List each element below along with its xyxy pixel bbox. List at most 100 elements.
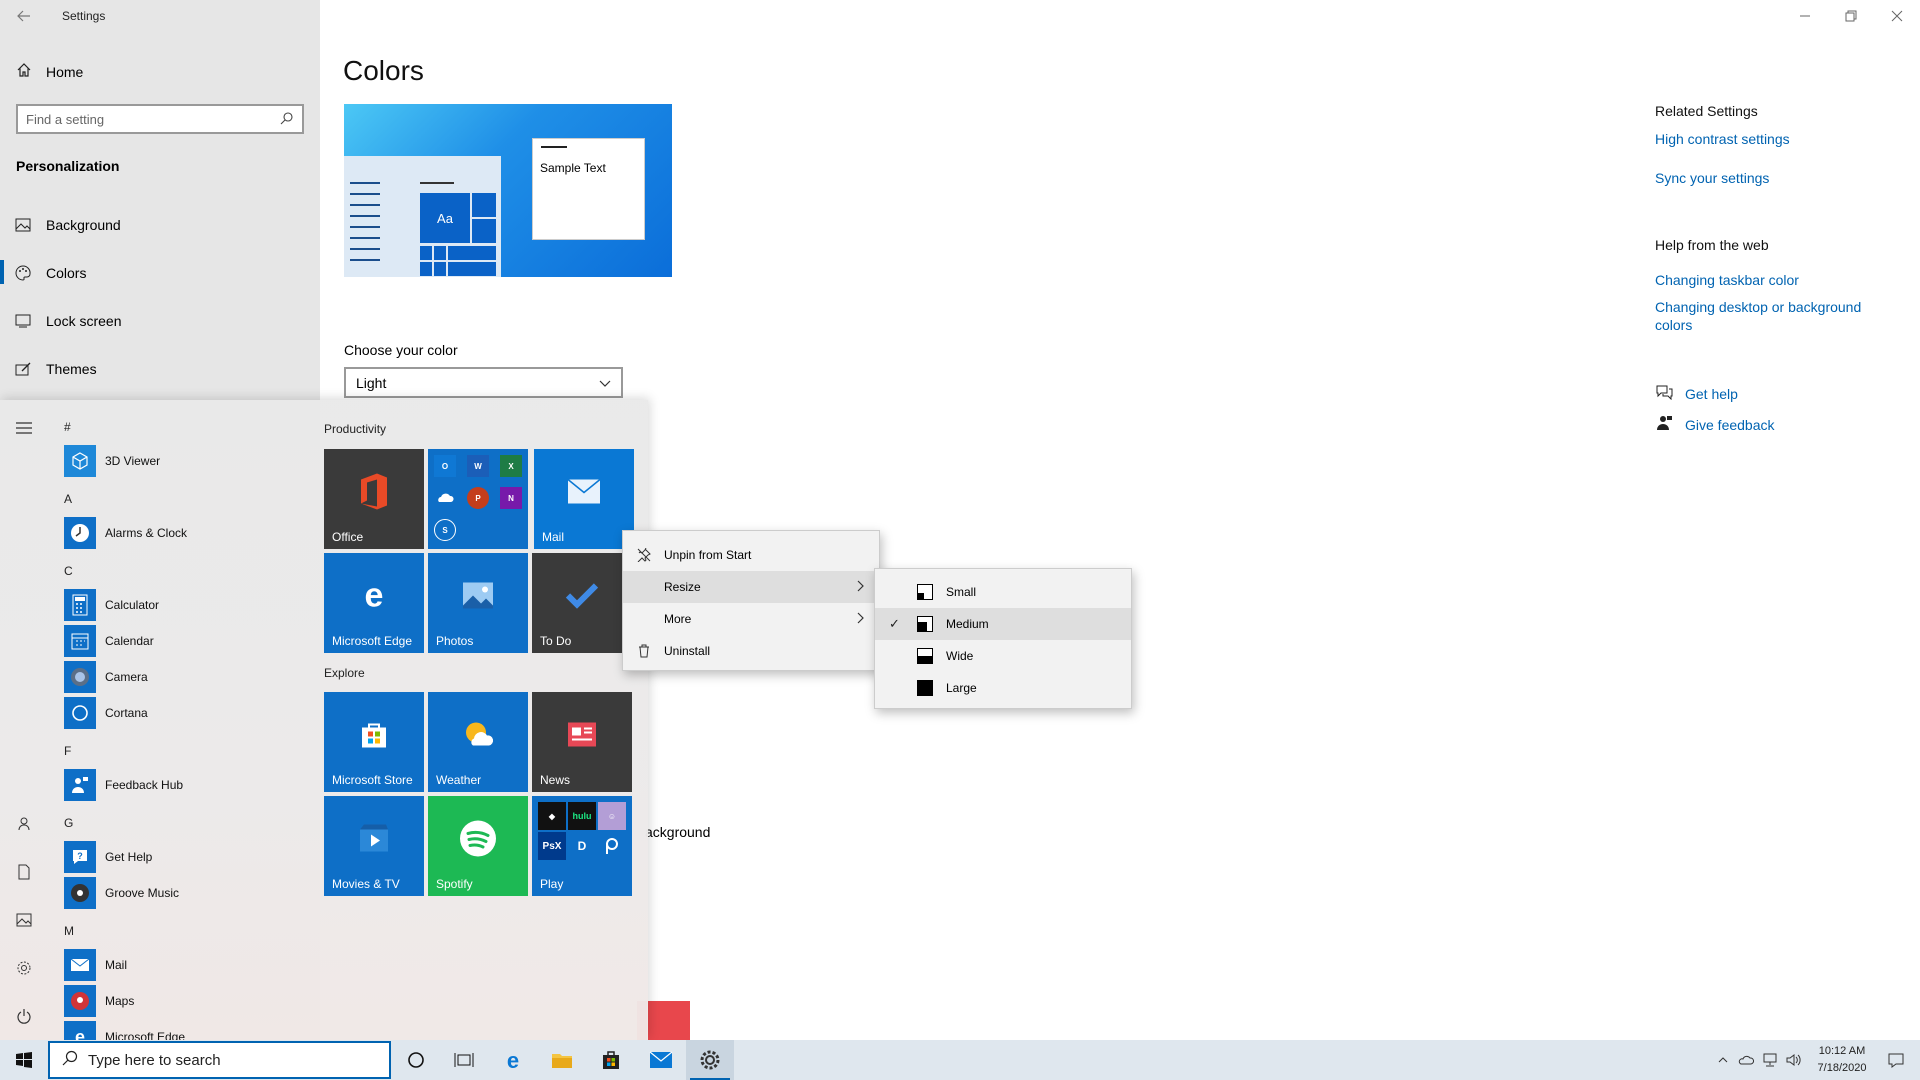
high-contrast-link[interactable]: High contrast settings [1655,130,1885,148]
app-item-feedback-hub[interactable]: Feedback Hub [64,769,183,801]
get-help-link[interactable]: Get help [1655,384,1738,403]
accent-color-swatch[interactable] [637,1001,690,1040]
app-label: Cortana [105,706,148,720]
photoshop-express-icon: PsX [538,832,566,860]
app-item-alarms-clock[interactable]: Alarms & Clock [64,517,187,549]
tile-office[interactable]: Office [324,449,424,549]
choose-color-value: Light [356,374,387,391]
settings-gear-icon[interactable] [14,958,34,978]
letter-header[interactable]: F [64,744,71,758]
tile-microsoft-edge[interactable]: e Microsoft Edge [324,553,424,653]
letter-header[interactable]: M [64,924,74,938]
give-feedback-link[interactable]: Give feedback [1655,415,1775,434]
app-item-3d-viewer[interactable]: 3D Viewer [64,445,160,477]
letter-header[interactable]: G [64,816,73,830]
sidebar-item-colors[interactable]: Colors [0,260,86,284]
app-item-calendar[interactable]: Calendar [64,625,154,657]
tile-news[interactable]: News [532,692,632,792]
menu-item-more[interactable]: More [623,603,879,635]
edge-browser-icon[interactable]: e [489,1040,537,1080]
resize-option-wide[interactable]: Wide [875,640,1131,672]
clock-date: 7/18/2020 [1817,1062,1867,1074]
resize-option-large[interactable]: Large [875,672,1131,704]
tile-photos[interactable]: Photos [428,553,528,653]
menu-item-unpin[interactable]: Unpin from Start [623,539,879,571]
app-item-maps[interactable]: Maps [64,985,134,1017]
windows-start-icon[interactable] [0,1040,48,1080]
find-setting-input[interactable]: Find a setting [16,104,304,134]
app-item-get-help[interactable]: ? Get Help [64,841,152,873]
tile-label: Spotify [436,877,473,891]
svg-text:e: e [365,579,384,613]
resize-option-label: Medium [946,617,989,631]
app-item-cortana[interactable]: Cortana [64,697,148,729]
resize-option-medium[interactable]: ✓ Medium [875,608,1131,640]
feedback-hub-icon [64,769,96,801]
app-item-calculator[interactable]: Calculator [64,589,159,621]
cortana-circle-icon[interactable] [392,1040,440,1080]
network-icon[interactable] [1758,1053,1782,1067]
sidebar-item-lock-screen[interactable]: Lock screen [14,312,121,330]
resize-option-small[interactable]: Small [875,576,1131,608]
hulu-icon: hulu [568,802,596,830]
documents-icon[interactable] [14,862,34,882]
app-label: Camera [105,670,148,684]
nav-home[interactable]: Home [16,62,83,81]
letter-header[interactable]: # [64,420,71,434]
power-icon[interactable] [14,1006,34,1026]
give-feedback-label: Give feedback [1685,416,1775,433]
minimize-icon[interactable] [1795,6,1815,26]
letter-header[interactable]: C [64,564,73,578]
settings-taskbar-icon[interactable] [686,1040,734,1080]
tile-office-apps-folder[interactable]: O W X P N S [428,449,528,549]
choose-color-dropdown[interactable]: Light [344,367,623,398]
related-settings-heading: Related Settings [1655,103,1758,119]
chevron-up-icon[interactable] [1712,1057,1734,1063]
sync-settings-link[interactable]: Sync your settings [1655,169,1885,187]
hamburger-menu-icon[interactable] [14,418,34,438]
app-item-mail[interactable]: Mail [64,949,127,981]
notification-center-icon[interactable] [1872,1040,1920,1080]
letter-header[interactable]: A [64,492,72,506]
app-item-groove-music[interactable]: Groove Music [64,877,179,909]
restore-icon[interactable] [1841,6,1861,26]
task-view-icon[interactable] [440,1040,488,1080]
close-icon[interactable] [1887,6,1907,26]
changing-desktop-colors-link[interactable]: Changing desktop or background colors [1655,298,1885,334]
size-large-icon [917,680,933,696]
taskbar: Type here to search e 10:12 AM 7/18/2020 [0,1040,1920,1080]
sidebar-item-themes[interactable]: Themes [14,360,97,378]
tile-label: Weather [436,773,482,787]
back-arrow-icon[interactable] [14,6,34,26]
tile-spotify[interactable]: Spotify [428,796,528,896]
excel-icon: X [500,455,522,477]
file-explorer-icon[interactable] [538,1040,586,1080]
app-item-camera[interactable]: Camera [64,661,148,693]
picsart-icon [598,832,626,860]
search-icon [62,1050,78,1070]
taskbar-clock[interactable]: 10:12 AM 7/18/2020 [1812,1043,1872,1077]
changing-taskbar-color-link[interactable]: Changing taskbar color [1655,271,1885,289]
tile-context-menu: Unpin from Start Resize More Uninstall [622,530,880,671]
tile-weather[interactable]: Weather [428,692,528,792]
tile-microsoft-store[interactable]: Microsoft Store [324,692,424,792]
tile-movies-tv[interactable]: Movies & TV [324,796,424,896]
taskbar-search-box[interactable]: Type here to search [48,1041,391,1079]
user-account-icon[interactable] [14,814,34,834]
menu-item-resize[interactable]: Resize [623,571,879,603]
group-title-productivity[interactable]: Productivity [324,422,386,436]
tile-mail[interactable]: Mail [534,449,634,549]
volume-icon[interactable] [1782,1053,1806,1067]
tile-to-do[interactable]: To Do [532,553,632,653]
pictures-icon[interactable] [14,910,34,930]
store-icon[interactable] [587,1040,635,1080]
onedrive-icon [434,487,456,509]
menu-item-uninstall[interactable]: Uninstall [623,635,879,667]
photo-icon [462,582,494,613]
mail-icon[interactable] [637,1040,685,1080]
onedrive-cloud-icon[interactable] [1734,1055,1758,1065]
sidebar-item-background[interactable]: Background [14,216,121,234]
start-rail [0,400,48,1040]
group-title-explore[interactable]: Explore [324,666,365,680]
tile-play-folder[interactable]: ◆ hulu ☺ PsX D Play [532,796,632,896]
